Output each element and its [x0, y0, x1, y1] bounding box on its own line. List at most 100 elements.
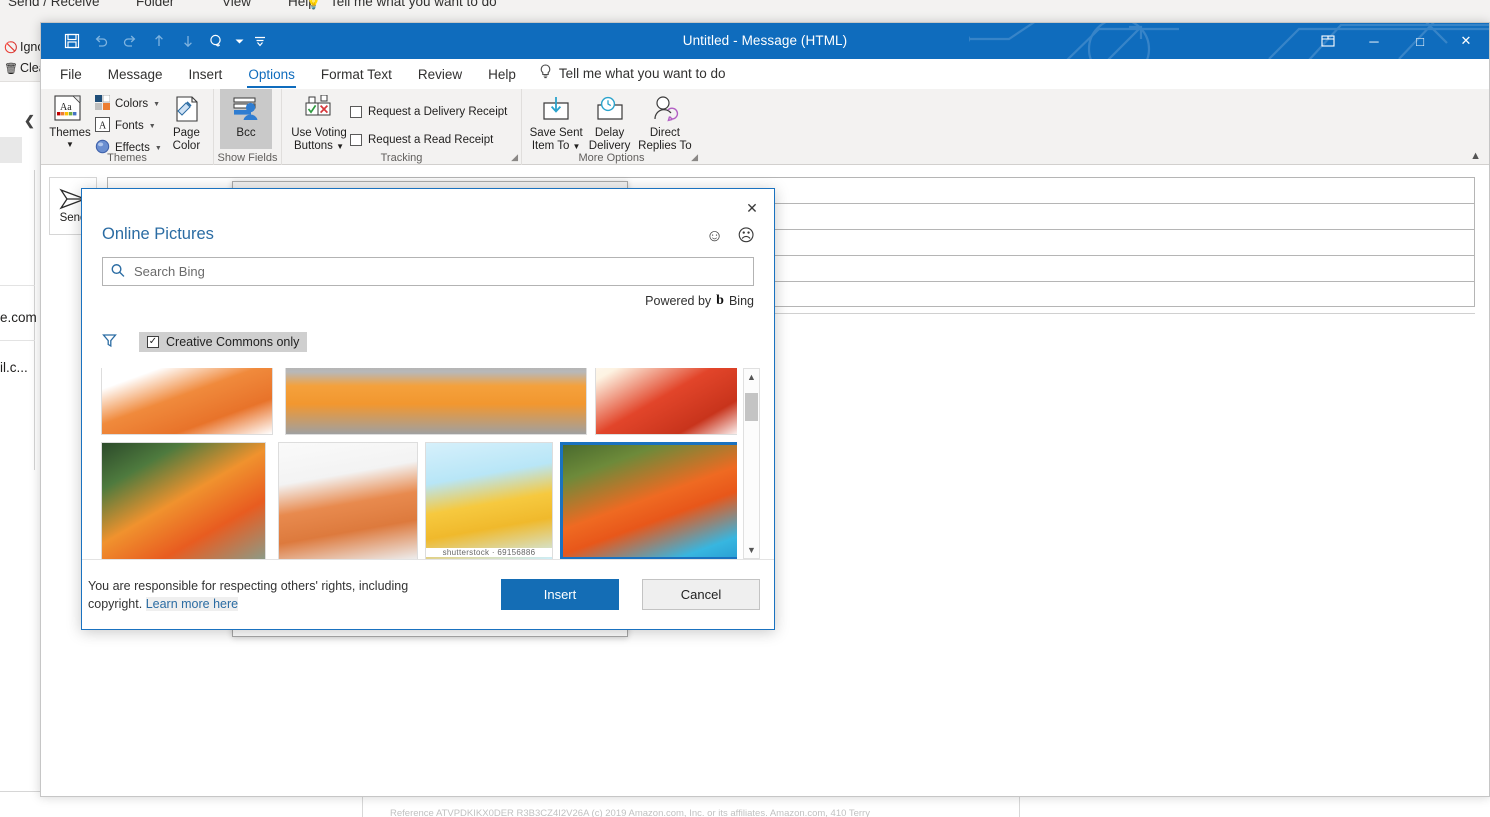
- cancel-button[interactable]: Cancel: [642, 579, 760, 611]
- ribbon-display-options-icon[interactable]: [1305, 23, 1351, 59]
- dialog-title: Online Pictures: [102, 225, 214, 243]
- request-delivery-receipt-label: Request a Delivery Receipt: [368, 106, 508, 118]
- bg-tab-send-receive[interactable]: Send / Receive: [8, 0, 100, 9]
- direct-replies-icon: [648, 93, 682, 127]
- request-read-receipt-checkbox[interactable]: Request a Read Receipt: [350, 129, 507, 151]
- colors-icon: [94, 94, 111, 113]
- maximize-icon[interactable]: □: [1397, 23, 1443, 59]
- image-results-grid: shutterstock · 69156886 ▲ ▼: [101, 367, 760, 560]
- bg-command-ignore[interactable]: 🚫 Igno: [4, 40, 44, 54]
- dialog-footer: You are responsible for respecting other…: [82, 559, 774, 629]
- result-goldfish-blue-gravel[interactable]: [560, 441, 737, 560]
- save-sent-item-icon: [539, 93, 573, 127]
- more-options-dialog-launcher-icon[interactable]: ◢: [691, 152, 698, 163]
- voting-buttons-icon: [302, 93, 336, 127]
- ribbon-group-show-fields: Bcc Show Fields: [213, 89, 281, 165]
- bcc-button[interactable]: Bcc: [220, 89, 272, 149]
- delay-delivery-button[interactable]: Delay Delivery: [584, 89, 634, 153]
- tab-help[interactable]: Help: [475, 63, 529, 88]
- tab-options[interactable]: Options: [235, 63, 308, 88]
- chevron-down-icon: ▼: [154, 144, 162, 152]
- use-voting-buttons-button[interactable]: Use Voting Buttons ▼: [288, 89, 350, 153]
- tracking-dialog-launcher-icon[interactable]: ◢: [511, 152, 518, 163]
- filter-funnel-icon[interactable]: [102, 333, 117, 351]
- themes-small-buttons: Colors ▼ A Fonts ▼ Effects ▼: [93, 89, 166, 158]
- ribbon-tab-strip: File Message Insert Options Format Text …: [41, 59, 1489, 89]
- request-delivery-receipt-checkbox[interactable]: Request a Delivery Receipt: [350, 101, 507, 123]
- tell-me-label: Tell me what you want to do: [558, 65, 726, 81]
- powered-by-label: Powered by: [645, 293, 712, 308]
- bg-tab-folder[interactable]: Folder: [136, 0, 174, 9]
- smiley-happy-icon[interactable]: ☺: [706, 227, 723, 244]
- chevron-down-icon: ▼: [148, 122, 156, 130]
- result-goldfish-cracker-box[interactable]: [595, 367, 737, 435]
- bg-tell-me-box[interactable]: Tell me what you want to do: [330, 0, 497, 9]
- mail-list-item-2[interactable]: il.c...: [0, 360, 28, 375]
- search-input[interactable]: [134, 263, 744, 279]
- scroll-up-icon[interactable]: ▲: [747, 369, 756, 386]
- show-fields-group-label: Show Fields: [217, 152, 278, 164]
- themes-button-label: Themes: [49, 127, 91, 139]
- tell-me-search-box[interactable]: Tell me what you want to do: [529, 60, 736, 88]
- online-pictures-header: Online Pictures ☺ ☹: [82, 189, 774, 244]
- copyright-notice: You are responsible for respecting other…: [88, 577, 488, 613]
- bcc-icon: [229, 93, 263, 127]
- scroll-down-icon[interactable]: ▼: [747, 541, 756, 558]
- footer-actions: Insert Cancel: [501, 579, 760, 611]
- results-viewport: shutterstock · 69156886: [101, 367, 737, 560]
- ignore-icon: 🚫: [4, 42, 18, 54]
- filter-row: ✓ Creative Commons only: [82, 330, 774, 354]
- nav-pane-collapse-icon[interactable]: ❮: [24, 113, 35, 129]
- delay-delivery-label-1: Delay: [594, 127, 625, 139]
- svg-text:Aa: Aa: [60, 102, 72, 113]
- bg-lightbulb-icon: 💡: [306, 0, 321, 10]
- ribbon-group-more-options: Save Sent Item To ▼ Delay Delivery Direc…: [521, 89, 701, 165]
- image-watermark: shutterstock · 69156886: [426, 547, 552, 557]
- save-sent-item-to-button[interactable]: Save Sent Item To ▼: [528, 89, 584, 153]
- result-goldfish-swimming-gray[interactable]: [285, 367, 587, 435]
- smiley-sad-icon[interactable]: ☹: [737, 227, 755, 244]
- chevron-down-icon: ▼: [66, 140, 74, 150]
- direct-replies-to-button[interactable]: Direct Replies To: [635, 89, 695, 153]
- mail-list-item-1[interactable]: e.com: [0, 310, 37, 325]
- tab-message[interactable]: Message: [95, 63, 176, 88]
- direct-replies-label-1: Direct: [649, 127, 680, 139]
- close-icon[interactable]: ✕: [1443, 23, 1489, 59]
- bg-tab-view[interactable]: View: [222, 0, 251, 9]
- more-options-group-label: More Options: [578, 152, 645, 164]
- scrollbar-thumb[interactable]: [745, 392, 758, 421]
- collapse-ribbon-icon[interactable]: ▲: [1470, 150, 1481, 162]
- tracking-checkboxes: Request a Delivery Receipt Request a Rea…: [350, 89, 507, 151]
- ribbon-group-tracking: Use Voting Buttons ▼ Request a Delivery …: [281, 89, 521, 165]
- page-color-button[interactable]: Page Color: [166, 89, 207, 153]
- themes-group-label: Themes: [107, 152, 147, 164]
- nav-pane-placeholder: [0, 137, 22, 163]
- search-icon: [108, 260, 130, 282]
- learn-more-link[interactable]: Learn more here: [145, 596, 239, 611]
- colors-button[interactable]: Colors ▼: [93, 94, 166, 114]
- search-box[interactable]: [102, 257, 754, 286]
- colors-label: Colors: [114, 98, 149, 110]
- insert-button[interactable]: Insert: [501, 579, 619, 611]
- bing-label: Bing: [728, 293, 754, 308]
- checkbox-icon: [350, 106, 362, 118]
- clean-up-icon: 🗑: [4, 63, 18, 75]
- result-goldfish-tail-closeup[interactable]: [101, 367, 273, 435]
- result-cartoon-goldfish-bowl[interactable]: shutterstock · 69156886: [425, 441, 553, 560]
- results-scrollbar[interactable]: ▲ ▼: [743, 367, 760, 560]
- voting-label-1: Use Voting: [291, 127, 347, 139]
- minimize-icon[interactable]: ─: [1351, 23, 1397, 59]
- result-plush-goldfish-toy[interactable]: [278, 441, 418, 560]
- creative-commons-only-checkbox[interactable]: ✓ Creative Commons only: [139, 331, 308, 352]
- chevron-down-icon: ▼: [336, 142, 345, 152]
- title-bar: Untitled - Message (HTML) ─ □ ✕: [41, 23, 1489, 59]
- tab-review[interactable]: Review: [405, 63, 475, 88]
- themes-button[interactable]: Aa Themes ▼: [47, 89, 93, 149]
- tab-format-text[interactable]: Format Text: [308, 63, 405, 88]
- result-goldfish-in-aquarium[interactable]: [101, 441, 266, 560]
- window-controls: ─ □ ✕: [1305, 23, 1489, 59]
- tab-file[interactable]: File: [47, 63, 95, 88]
- delay-delivery-icon: [593, 93, 627, 127]
- fonts-button[interactable]: A Fonts ▼: [93, 116, 166, 136]
- tab-insert[interactable]: Insert: [176, 63, 236, 88]
